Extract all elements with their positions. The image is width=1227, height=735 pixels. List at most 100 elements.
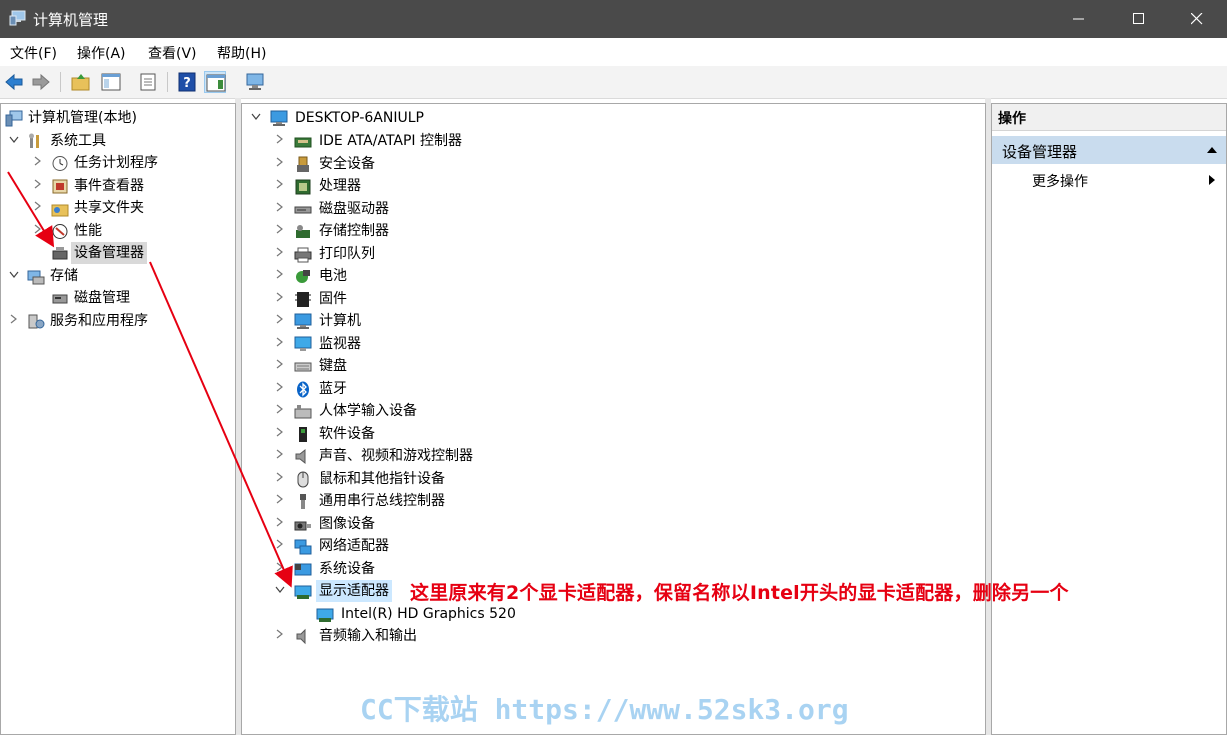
device-category[interactable]: IDE ATA/ATAPI 控制器 — [242, 130, 982, 152]
device-category[interactable]: 图像设备 — [242, 513, 982, 535]
collapsed-chevron-icon — [276, 224, 283, 234]
tree-toggle[interactable] — [274, 198, 286, 220]
tree-toggle[interactable] — [274, 468, 286, 490]
device-category[interactable]: 打印队列 — [242, 243, 982, 265]
tree-toggle[interactable] — [274, 243, 286, 265]
tree-toggle[interactable] — [274, 288, 286, 310]
menu-view[interactable]: 查看(V) — [148, 43, 197, 63]
device-category-label: 监视器 — [319, 335, 361, 352]
bluetooth-icon — [297, 381, 309, 397]
tree-item[interactable]: 存储 — [1, 265, 233, 287]
tree-item[interactable]: 共享文件夹 — [1, 197, 233, 219]
device-category-label: 打印队列 — [319, 245, 375, 262]
device-category[interactable]: 软件设备 — [242, 423, 982, 445]
device-category[interactable]: 计算机 — [242, 310, 982, 332]
tree-item[interactable]: 任务计划程序 — [1, 152, 233, 174]
tree-item[interactable]: 磁盘管理 — [1, 287, 233, 309]
tree-toggle[interactable] — [8, 130, 20, 152]
tree-toggle[interactable] — [274, 490, 286, 512]
menu-file[interactable]: 文件(F) — [10, 43, 57, 63]
device-category[interactable]: 声音、视频和游戏控制器 — [242, 445, 982, 467]
tree-toggle[interactable] — [274, 175, 286, 197]
action-pane-icon — [206, 74, 226, 92]
device-category[interactable]: 人体学输入设备 — [242, 400, 982, 422]
tree-toggle[interactable] — [274, 310, 286, 332]
tree-item-label: 磁盘管理 — [74, 290, 130, 306]
back-button[interactable] — [3, 71, 25, 93]
tree-toggle[interactable] — [8, 310, 20, 332]
actions-header-label: 操作 — [998, 111, 1026, 127]
tree-item[interactable]: 事件查看器 — [1, 175, 233, 197]
tree-toggle[interactable] — [274, 580, 286, 602]
actions-section-device-manager[interactable]: 设备管理器 — [992, 136, 1226, 164]
device-category[interactable]: 网络适配器 — [242, 535, 982, 557]
display-adapter-icon — [294, 585, 312, 599]
tree-toggle[interactable] — [32, 175, 44, 197]
tree-item[interactable]: 服务和应用程序 — [1, 310, 233, 332]
tree-toggle[interactable] — [274, 625, 286, 647]
processor-icon — [295, 179, 311, 195]
tree-toggle[interactable] — [8, 265, 20, 287]
device-category[interactable]: 处理器 — [242, 175, 982, 197]
device-item[interactable]: Intel(R) HD Graphics 520 — [242, 603, 982, 625]
device-category[interactable]: 磁盘驱动器 — [242, 198, 982, 220]
device-category[interactable]: 蓝牙 — [242, 378, 982, 400]
collapsed-chevron-icon — [276, 269, 283, 279]
forward-button[interactable] — [30, 71, 52, 93]
maximize-button[interactable] — [1109, 0, 1169, 38]
up-folder-button[interactable] — [70, 71, 92, 93]
tree-item[interactable]: 计算机管理(本地) — [1, 107, 233, 129]
tree-toggle[interactable] — [274, 130, 286, 152]
tree-toggle[interactable] — [274, 378, 286, 400]
tree-toggle[interactable] — [274, 333, 286, 355]
collapsed-chevron-icon — [276, 179, 283, 189]
tree-item[interactable]: 系统工具 — [1, 130, 233, 152]
minimize-icon — [1073, 18, 1084, 20]
tree-toggle[interactable] — [274, 265, 286, 287]
tree-item[interactable]: 性能 — [1, 220, 233, 242]
device-category[interactable]: 电池 — [242, 265, 982, 287]
device-category[interactable]: 固件 — [242, 288, 982, 310]
tree-toggle[interactable] — [274, 400, 286, 422]
tree-item[interactable]: 设备管理器 — [1, 242, 233, 264]
display-adapter-icon — [316, 608, 334, 622]
device-category[interactable]: 系统设备 — [242, 558, 982, 580]
tree-toggle[interactable] — [32, 152, 44, 174]
tree-toggle[interactable] — [250, 107, 262, 129]
device-category[interactable]: 存储控制器 — [242, 220, 982, 242]
device-category[interactable]: 键盘 — [242, 355, 982, 377]
menu-help[interactable]: 帮助(H) — [217, 43, 266, 63]
tree-toggle[interactable] — [32, 220, 44, 242]
forward-arrow-icon — [32, 73, 50, 91]
tree-toggle[interactable] — [274, 513, 286, 535]
help-button[interactable]: ? — [176, 71, 198, 93]
device-category-label: 电池 — [319, 268, 347, 284]
scan-hardware-button[interactable] — [244, 71, 266, 93]
monitor-icon — [294, 336, 312, 351]
device-category[interactable]: 鼠标和其他指针设备 — [242, 468, 982, 490]
tree-toggle[interactable] — [274, 355, 286, 377]
tree-toggle[interactable] — [274, 153, 286, 175]
collapsed-chevron-icon — [276, 134, 283, 144]
tree-toggle[interactable] — [274, 220, 286, 242]
battery-icon — [296, 270, 310, 283]
tree-item-label: 服务和应用程序 — [50, 312, 148, 329]
show-hide-tree-button[interactable] — [100, 71, 122, 93]
tree-toggle[interactable] — [32, 197, 44, 219]
tree-toggle[interactable] — [274, 445, 286, 467]
tree-toggle[interactable] — [274, 423, 286, 445]
action-pane-button[interactable] — [204, 71, 226, 93]
minimize-button[interactable] — [1049, 0, 1109, 38]
menu-action[interactable]: 操作(A) — [77, 43, 126, 63]
tree-toggle[interactable] — [274, 558, 286, 580]
device-category[interactable]: 监视器 — [242, 333, 982, 355]
tree-toggle[interactable] — [274, 535, 286, 557]
device-category[interactable]: 安全设备 — [242, 153, 982, 175]
more-actions-item[interactable]: 更多操作 — [992, 168, 1226, 194]
properties-button[interactable] — [137, 71, 159, 93]
device-category[interactable]: 通用串行总线控制器 — [242, 490, 982, 512]
close-button[interactable] — [1167, 0, 1227, 38]
device-category[interactable]: 音频输入和输出 — [242, 625, 982, 647]
collapsed-chevron-icon — [34, 156, 41, 166]
software-device-icon — [299, 426, 307, 442]
